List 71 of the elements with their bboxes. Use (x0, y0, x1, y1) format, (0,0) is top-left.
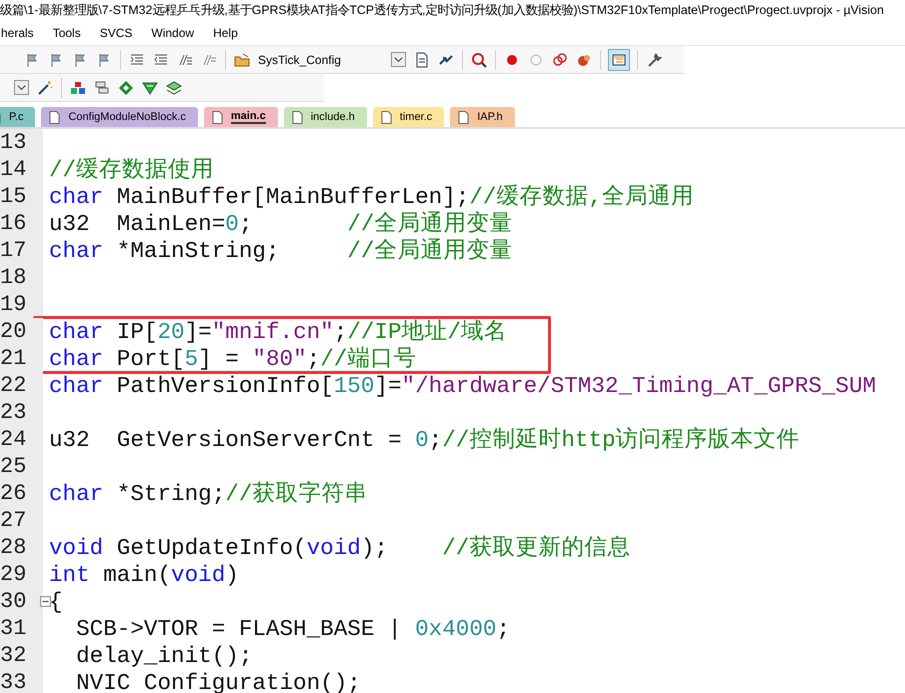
code-line: { (49, 590, 63, 612)
file-tab[interactable]: IAP.h (450, 107, 515, 127)
line-number: 19 (0, 294, 26, 316)
window-title: 级篇\1-最新整理版\7-STM32远程乒乓升级,基于GPRS模块AT指令TCP透传方式,定时访问升级(加入数据校验)\STM32F10xTemplate\Progect\Progect.uvprojx - µVision (0, 2, 884, 19)
funnel-icon[interactable] (142, 80, 158, 96)
line-number: 28 (0, 536, 26, 558)
magnifier-icon[interactable] (471, 52, 487, 68)
code-line: u32 MainLen=0; //全局通用变量 (49, 212, 512, 234)
code-line: NVIC Configuration(); (75, 672, 361, 693)
wrench-icon[interactable] (646, 52, 662, 68)
file-tab[interactable]: include.h (284, 107, 367, 127)
line-number: 31 (0, 618, 26, 640)
line-number: 24 (0, 428, 26, 450)
code-line: SCB->VTOR = FLASH_BASE | 0x4000; (75, 618, 510, 640)
menu-item[interactable]: Help (212, 26, 239, 40)
line-number: 16 (0, 212, 26, 234)
menu-item[interactable]: SVCS (98, 26, 134, 40)
document-icon (380, 110, 392, 124)
code-line: int main(void) (49, 564, 239, 586)
code-line: delay_init(); (75, 644, 252, 666)
menu-item[interactable]: Tools (52, 26, 82, 40)
code-line: //缓存数据使用 (49, 158, 214, 180)
code-line: char *MainString; //全局通用变量 (49, 240, 512, 262)
document-icon (292, 110, 303, 124)
line-number: 23 (0, 402, 26, 424)
cubes-icon[interactable] (70, 80, 86, 96)
file-tab[interactable]: main.c (204, 107, 278, 127)
line-number: 30 (0, 590, 26, 612)
line-number: 17 (0, 240, 26, 262)
code-line: char Port[5] = "80";//端口号 (49, 348, 416, 370)
document-icon (49, 110, 60, 124)
rings-icon[interactable] (552, 52, 568, 68)
line-number: 26 (0, 482, 26, 504)
stack-icon[interactable] (94, 80, 110, 96)
code-line: void GetUpdateInfo(void); //获取更新的信息 (49, 536, 630, 558)
line-number: 33 (0, 672, 26, 693)
line-number: 21 (0, 348, 26, 370)
code-line: char PathVersionInfo[150]="/hardware/STM32_Timing_AT_GPRS_SUM (49, 374, 876, 396)
line-number: 14 (0, 158, 26, 180)
layers-icon[interactable] (166, 80, 182, 96)
indent-icon[interactable] (129, 52, 145, 68)
line-number: 22 (0, 374, 26, 396)
code-line: char *String;//获取字符串 (49, 482, 368, 504)
dropdown-icon[interactable] (14, 80, 29, 95)
document-icon (458, 110, 470, 124)
window-icon[interactable] (609, 50, 629, 70)
document-icon[interactable] (414, 52, 430, 68)
line-number: 18 (0, 266, 26, 288)
wand-icon[interactable] (37, 80, 53, 96)
diamond-icon[interactable] (118, 80, 134, 96)
menu-item[interactable]: Window (150, 26, 196, 40)
target-combo[interactable]: SysTick_Config (258, 52, 406, 67)
folder-icon[interactable] (234, 52, 250, 68)
line-number: 32 (0, 644, 26, 666)
line-number: 27 (0, 510, 26, 532)
code-line: u32 GetVersionServerCnt = 0;//控制延时http访问程序版本文件 (49, 428, 800, 450)
file-tab[interactable]: ConfigModuleNoBlock.c (41, 107, 198, 127)
dropdown-icon[interactable] (391, 52, 406, 67)
line-number: 29 (0, 564, 26, 586)
line-number: 13 (0, 132, 26, 154)
collapse-icon[interactable] (40, 596, 51, 607)
code-line: char MainBuffer[MainBufferLen];//缓存数据,全局通用 (49, 186, 694, 208)
line-number: 20 (0, 320, 26, 342)
line-number: 25 (0, 456, 26, 478)
code-line: char IP[20]="mnif.cn";//IP地址/域名 (49, 320, 508, 342)
outdent-icon[interactable] (153, 52, 169, 68)
document-icon (212, 110, 223, 124)
file-tab[interactable]: P.c (0, 107, 36, 127)
line-number: 15 (0, 186, 26, 208)
file-tab[interactable]: timer.c (372, 107, 444, 127)
menu-item[interactable]: herals (0, 26, 35, 40)
